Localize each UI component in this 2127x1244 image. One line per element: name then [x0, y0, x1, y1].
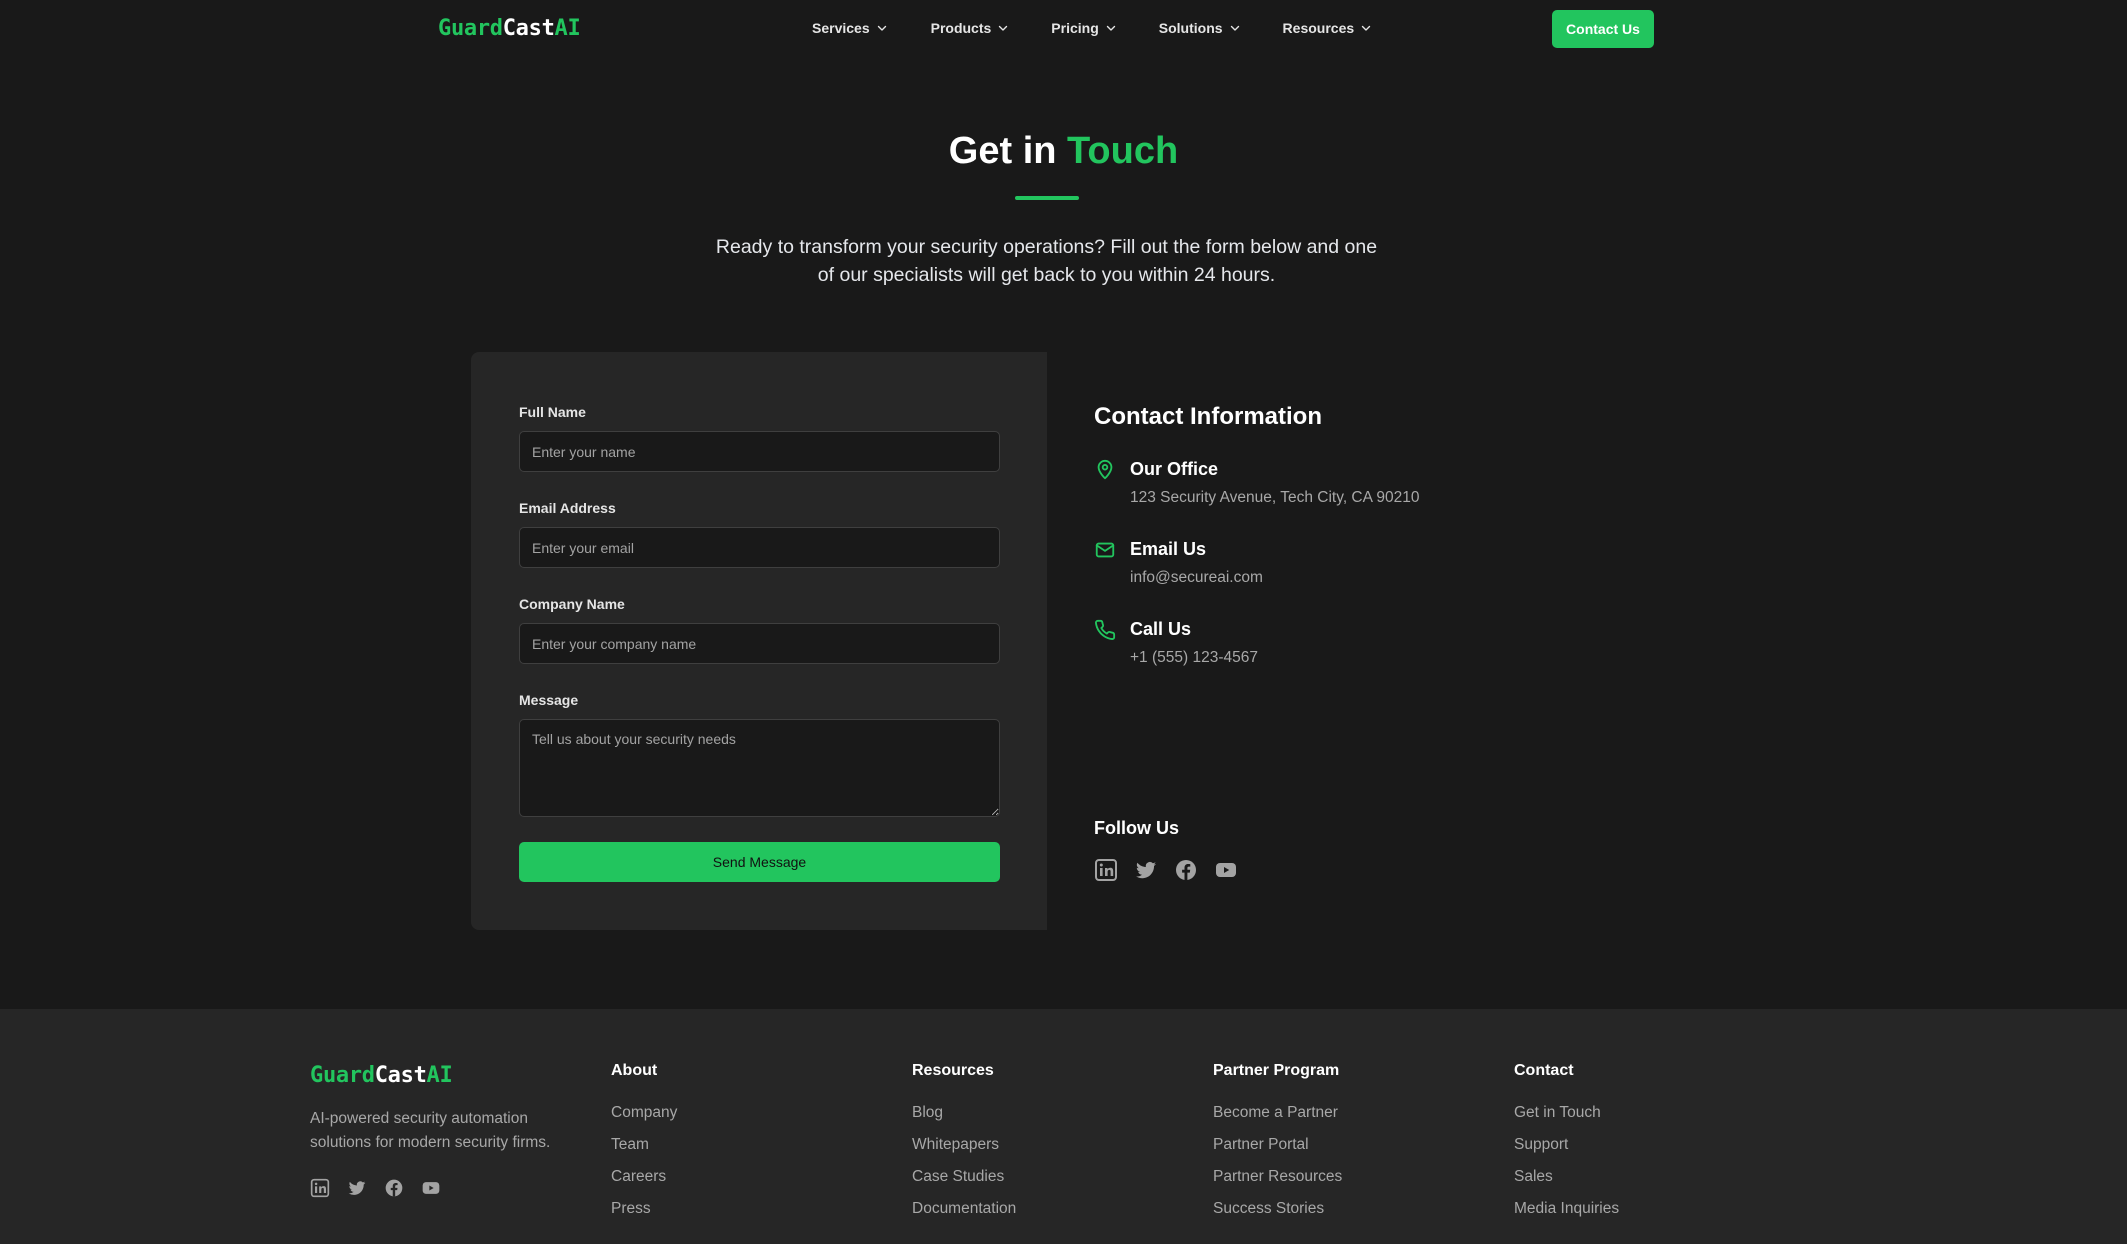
mail-icon [1095, 542, 1115, 558]
company-name-input[interactable] [519, 623, 1000, 664]
follow-us-title: Follow Us [1094, 818, 1179, 838]
footer-column-partner-program: Partner Program Become a Partner Partner… [1213, 1062, 1342, 1225]
twitter-icon[interactable] [347, 1178, 367, 1198]
full-name-input[interactable] [519, 431, 1000, 472]
nav-item-label: Solutions [1158, 20, 1223, 36]
chevron-down-icon [1361, 25, 1371, 31]
nav-item-pricing[interactable]: Pricing [1051, 20, 1116, 36]
contact-us-button[interactable]: Contact Us [1552, 10, 1654, 48]
title-underline [1015, 196, 1079, 200]
phone-icon [1095, 619, 1116, 640]
contact-form: Full Name Email Address Company Name Mes… [471, 352, 1047, 930]
nav-item-solutions[interactable]: Solutions [1159, 20, 1241, 36]
social-links [1094, 858, 1238, 882]
footer-column-title: Resources [912, 1062, 994, 1079]
page-subtitle: Ready to transform your security operati… [715, 236, 1378, 286]
chevron-down-icon [999, 25, 1008, 31]
footer-column-title: Partner Program [1213, 1062, 1340, 1079]
footer-link[interactable]: Whitepapers [912, 1129, 1016, 1161]
send-message-button[interactable]: Send Message [519, 842, 1000, 882]
office-label: Our Office [1130, 459, 1219, 479]
footer-link[interactable]: Media Inquiries [1514, 1193, 1619, 1225]
linkedin-icon[interactable] [310, 1178, 330, 1198]
site-footer: GuardCastAI AI-powered security automati… [0, 1009, 2127, 1244]
footer-link[interactable]: Case Studies [912, 1161, 1016, 1193]
office-address: 123 Security Avenue, Tech City, CA 90210 [1130, 489, 1420, 506]
facebook-icon[interactable] [1174, 858, 1198, 882]
footer-column-title: About [611, 1062, 658, 1079]
company-name-label: Company Name [519, 596, 625, 612]
facebook-icon[interactable] [384, 1178, 404, 1198]
youtube-icon[interactable] [1214, 858, 1238, 882]
footer-link[interactable]: Careers [611, 1161, 677, 1193]
nav-item-label: Services [812, 20, 870, 36]
footer-link[interactable]: Become a Partner [1213, 1097, 1342, 1129]
footer-description: AI-powered security automation solutions… [310, 1110, 551, 1151]
nav-item-resources[interactable]: Resources [1283, 20, 1373, 36]
nav-item-services[interactable]: Services [812, 20, 888, 36]
nav-item-label: Resources [1282, 20, 1355, 36]
nav-item-label: Pricing [1051, 20, 1099, 36]
brand-logo[interactable]: GuardCastAI [438, 16, 581, 41]
nav-item-label: Products [930, 20, 992, 36]
email-address-link[interactable]: info@secureai.com [1130, 569, 1263, 587]
footer-link[interactable]: Support [1514, 1129, 1619, 1161]
call-us-label: Call Us [1130, 619, 1192, 639]
chevron-down-icon [1106, 25, 1115, 31]
footer-link[interactable]: Press [611, 1193, 677, 1225]
page-title: Get in Touch [948, 130, 1179, 172]
contact-information-title: Contact Information [1094, 403, 1322, 430]
footer-link[interactable]: Company [611, 1097, 677, 1129]
footer-link[interactable]: Documentation [912, 1193, 1016, 1225]
site-header: GuardCastAI Services Products Pricing So… [0, 0, 2127, 58]
footer-link[interactable]: Success Stories [1213, 1193, 1342, 1225]
linkedin-icon[interactable] [1094, 858, 1118, 882]
chevron-down-icon [877, 25, 886, 31]
message-textarea[interactable] [519, 719, 1000, 817]
footer-link[interactable]: Partner Portal [1213, 1129, 1342, 1161]
chevron-down-icon [1230, 25, 1239, 31]
email-label: Email Address [519, 500, 616, 516]
footer-link[interactable]: Team [611, 1129, 677, 1161]
footer-column-resources: Resources Blog Whitepapers Case Studies … [912, 1062, 1016, 1225]
email-us-label: Email Us [1130, 539, 1207, 559]
email-input[interactable] [519, 527, 1000, 568]
footer-column-about: About Company Team Careers Press [611, 1062, 677, 1225]
footer-link[interactable]: Partner Resources [1213, 1161, 1342, 1193]
footer-brand-logo[interactable]: GuardCastAI [310, 1063, 453, 1088]
phone-number-link[interactable]: +1 (555) 123-4567 [1130, 649, 1258, 667]
footer-link[interactable]: Blog [912, 1097, 1016, 1129]
twitter-icon[interactable] [1134, 858, 1158, 882]
nav-item-products[interactable]: Products [931, 20, 1010, 36]
footer-column-contact: Contact Get in Touch Support Sales Media… [1514, 1062, 1619, 1225]
footer-link[interactable]: Get in Touch [1514, 1097, 1619, 1129]
main-nav: Services Products Pricing Solutions Reso… [812, 20, 1372, 36]
footer-social-links [310, 1178, 441, 1198]
full-name-label: Full Name [519, 404, 586, 420]
youtube-icon[interactable] [421, 1178, 441, 1198]
message-label: Message [519, 692, 579, 708]
map-pin-icon [1097, 459, 1113, 480]
footer-link[interactable]: Sales [1514, 1161, 1619, 1193]
footer-column-title: Contact [1514, 1062, 1574, 1079]
